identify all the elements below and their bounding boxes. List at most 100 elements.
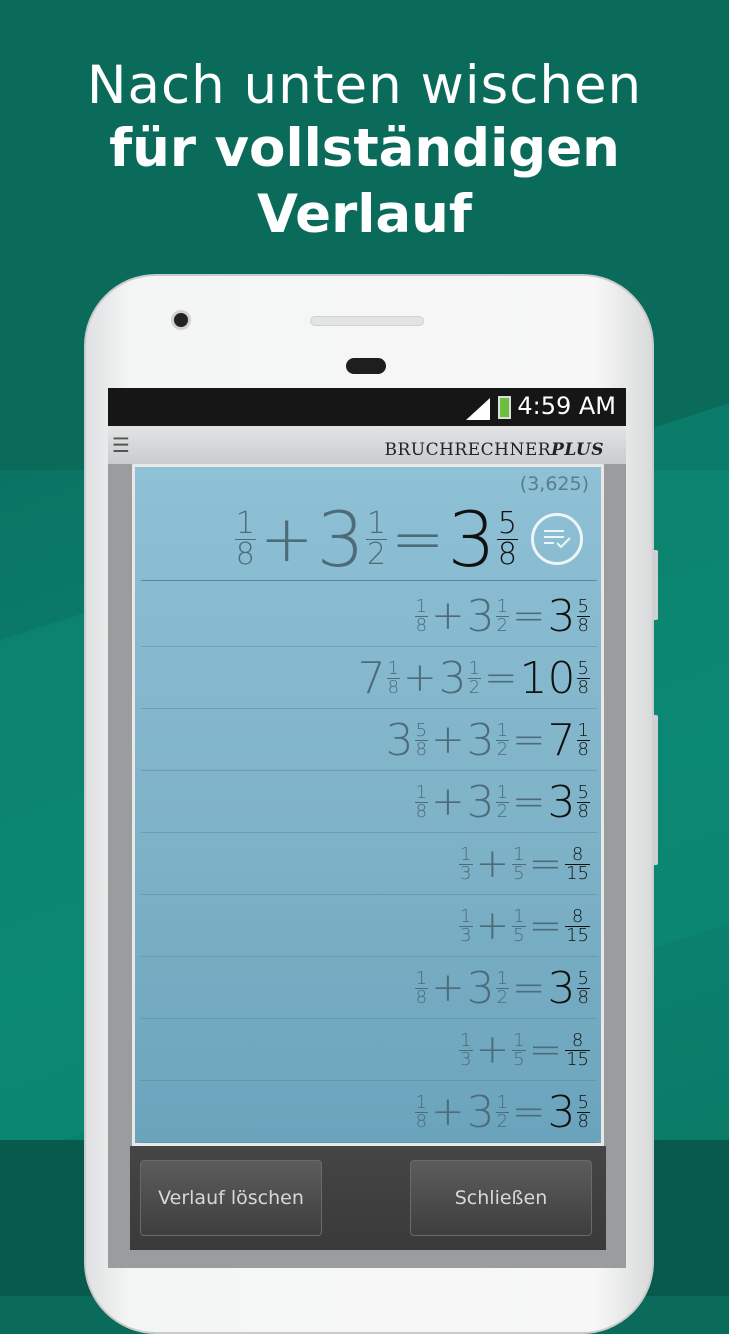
operand-whole: 3	[466, 962, 495, 1014]
history-row[interactable]: 1 8 +3 1 2 = 3 5 8	[414, 957, 591, 1019]
close-button[interactable]: Schließen	[410, 1160, 592, 1236]
front-camera	[171, 310, 191, 330]
result-whole: 3	[547, 962, 576, 1014]
brand-main: BRUCHRECHNER	[384, 440, 552, 460]
operand-a-fraction: 18	[234, 506, 256, 572]
plus-operator: +	[431, 717, 465, 763]
operand-fraction: 12	[495, 1091, 510, 1132]
result-whole: 3	[547, 1086, 576, 1138]
operand-whole: 3	[466, 590, 495, 642]
equals-operator: =	[484, 655, 518, 701]
history-row[interactable]: 7 1 8 +3 1 2 = 10 5 8	[358, 647, 591, 709]
history-row[interactable]: 1 8 +3 1 2 = 3 5 8	[414, 1081, 591, 1143]
signal-icon	[466, 398, 490, 420]
history-row[interactable]: 1 3 +1 5 = 8 15	[458, 833, 591, 895]
equals-operator: =	[512, 779, 546, 825]
button-bar: Verlauf löschen Schließen	[130, 1146, 606, 1250]
battery-charging-icon	[498, 396, 511, 419]
operand-fraction: 12	[495, 719, 510, 760]
headline: Nach unten wischen für vollständigen Ver…	[0, 56, 729, 248]
brand-plus: PLUS	[551, 440, 604, 460]
app-bar: ☰ BRUCHRECHNERPLUS	[108, 426, 626, 464]
volume-button	[652, 550, 658, 620]
plus-operator: +	[475, 903, 510, 949]
history-row[interactable]: 1 3 +1 5 = 8 15	[458, 1019, 591, 1081]
result-fraction: 8 15	[565, 1029, 590, 1070]
operand-whole: 3	[466, 714, 495, 766]
operand-fraction: 18	[386, 657, 401, 698]
display-divider	[141, 580, 597, 581]
operand-whole: 3	[438, 652, 467, 704]
history-row[interactable]: 1 3 +1 5 = 8 15	[458, 895, 591, 957]
result-fraction: 8 15	[565, 843, 590, 884]
operand-fraction: 18	[414, 781, 429, 822]
plus-operator: +	[431, 593, 465, 639]
equals-operator: =	[528, 903, 563, 949]
operand-whole: 3	[385, 714, 414, 766]
plus-operator: +	[403, 655, 437, 701]
equals-operator: =	[512, 717, 546, 763]
equals-operator: =	[390, 502, 445, 577]
history-row[interactable]: 1 8 +3 1 2 = 3 5 8	[414, 585, 591, 647]
headline-line2: für vollständigen Verlauf	[109, 118, 620, 245]
result-fraction: 58	[576, 657, 590, 698]
plus-operator: +	[475, 1027, 510, 1073]
operand-fraction: 18	[414, 1091, 429, 1132]
operand-fraction: 12	[467, 657, 482, 698]
plus-operator: +	[431, 779, 465, 825]
equals-operator: =	[512, 1089, 546, 1135]
operand-fraction: 15	[512, 1029, 526, 1070]
result-fraction: 8 15	[565, 905, 590, 946]
equals-operator: =	[512, 965, 546, 1011]
result-whole: 7	[547, 714, 576, 766]
history-row[interactable]: 3 5 8 +3 1 2 = 7 1 8	[386, 709, 591, 771]
plus-operator: +	[475, 841, 510, 887]
current-expression: 18 + 3 12 = 3 58	[234, 495, 519, 584]
result-whole: 3	[547, 590, 576, 642]
result-fraction: 18	[576, 719, 590, 760]
result-fraction: 58	[576, 1091, 590, 1132]
operand-fraction: 58	[414, 719, 429, 760]
operand-fraction: 13	[459, 905, 473, 946]
result-whole: 3	[547, 776, 576, 828]
plus-operator: +	[431, 965, 465, 1011]
phone-screen: 4:59 AM ☰ BRUCHRECHNERPLUS (3,625) 18 + …	[108, 388, 626, 1268]
hamburger-menu-icon[interactable]: ☰	[112, 435, 130, 455]
status-time: 4:59 AM	[517, 392, 616, 420]
history-row[interactable]: 1 8 +3 1 2 = 3 5 8	[414, 771, 591, 833]
status-bar: 4:59 AM	[108, 388, 626, 426]
operand-fraction: 12	[495, 595, 510, 636]
operand-fraction: 18	[414, 967, 429, 1008]
operand-fraction: 13	[459, 843, 473, 884]
operand-fraction: 12	[495, 967, 510, 1008]
earpiece-speaker	[310, 316, 424, 326]
history-list-check-icon[interactable]	[531, 513, 583, 565]
operand-whole: 3	[466, 776, 495, 828]
operand-fraction: 15	[512, 843, 526, 884]
equals-operator: =	[528, 841, 563, 887]
result-fraction: 58	[576, 781, 590, 822]
equals-operator: =	[528, 1027, 563, 1073]
result-whole: 10	[519, 652, 576, 704]
result-fraction: 58	[496, 506, 518, 572]
decimal-value: (3,625)	[519, 473, 589, 495]
operand-whole: 7	[357, 652, 386, 704]
result-whole: 3	[447, 495, 496, 584]
result-fraction: 58	[576, 595, 590, 636]
operand-fraction: 12	[495, 781, 510, 822]
operand-whole: 3	[466, 1086, 495, 1138]
operand-b-fraction: 12	[365, 506, 387, 572]
app-brand: BRUCHRECHNERPLUS	[384, 440, 604, 460]
operand-b-whole: 3	[316, 495, 365, 584]
proximity-sensor	[346, 358, 386, 374]
result-fraction: 58	[576, 967, 590, 1008]
clear-history-button[interactable]: Verlauf löschen	[140, 1160, 322, 1236]
plus-operator: +	[431, 1089, 465, 1135]
calculator-display[interactable]: (3,625) 18 + 3 12 = 3 58 18 + 3 1 2 = 3 …	[132, 464, 604, 1146]
plus-operator: +	[259, 502, 314, 577]
power-button	[652, 715, 658, 865]
headline-line1: Nach unten wischen	[86, 55, 643, 116]
operand-fraction: 15	[512, 905, 526, 946]
operand-fraction: 13	[459, 1029, 473, 1070]
operand-fraction: 18	[414, 595, 429, 636]
